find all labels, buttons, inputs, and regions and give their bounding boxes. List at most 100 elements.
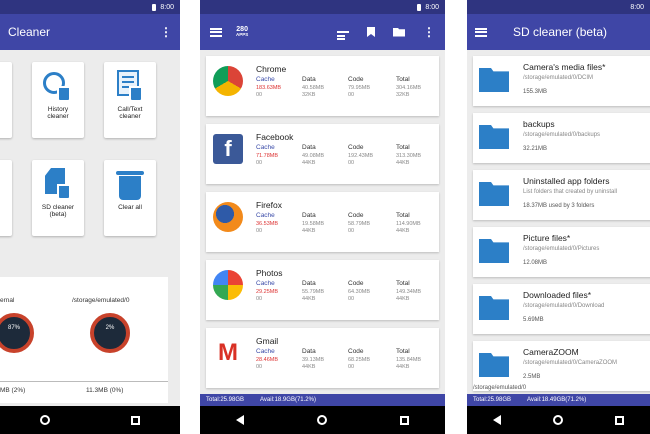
col-data: Data 49.08MB 44KB — [302, 144, 324, 168]
divider — [0, 381, 168, 382]
col-header: Data — [302, 76, 316, 83]
folder-size: 5.69MB — [523, 317, 544, 323]
storage-total-bar: Total:25.98GB Avail:18.49GB(71.2%) — [467, 394, 650, 406]
recents-icon[interactable] — [399, 415, 409, 425]
status-bar: 8:00 — [467, 0, 650, 14]
col-value-secondary: 00 — [256, 160, 263, 167]
folder-path: /storage/emulated/0/Download — [523, 303, 605, 309]
folder-size: 2.5MB — [523, 374, 541, 380]
status-bar: 8:00 — [0, 0, 180, 14]
folder-card[interactable]: backups/storage/emulated/0/backups 32.21M… — [473, 113, 650, 163]
status-time: 8:00 — [160, 3, 174, 11]
col-header: Cache — [256, 280, 275, 287]
sort-icon[interactable] — [337, 31, 349, 37]
recents-icon[interactable] — [615, 415, 624, 425]
tile-history-cleaner[interactable]: History cleaner — [32, 62, 84, 138]
phone-cleaner: 8:00 Cleaner ⋮ History cleaner Call/Text… — [0, 0, 180, 434]
bookmark-icon[interactable] — [367, 27, 375, 37]
folder-icon — [479, 68, 509, 92]
col-header: Data — [302, 280, 316, 287]
folder-card[interactable]: Camera's media files* /storage/emulated/0… — [473, 56, 650, 106]
tile-partial-1[interactable] — [0, 62, 12, 138]
col-header: Total — [396, 212, 410, 219]
battery-icon — [152, 3, 157, 11]
app-card-firefox[interactable]: Firefox Cache 36.53MB 00 Data 19.58MB 44KB Code… — [206, 192, 439, 252]
folder-icon[interactable] — [393, 27, 405, 37]
col-value: 28.46MB — [256, 356, 279, 363]
col-cache: Cache 28.46MB 00 — [256, 348, 278, 372]
col-value-secondary: 00 — [348, 160, 355, 167]
back-icon[interactable] — [236, 415, 245, 425]
col-cache: Cache 71.78MB 00 — [256, 144, 278, 168]
app-name: Photos — [256, 268, 283, 278]
app-card-gmail[interactable]: M Gmail Cache 28.46MB 00 Data 39.13MB 44KB Code 6… — [206, 328, 439, 388]
gmail-icon: M — [213, 338, 243, 368]
col-value-secondary: 44KB — [302, 296, 316, 303]
app-logo: 280 APPS — [236, 26, 249, 38]
tile-label: History — [47, 106, 69, 113]
col-code: Code 68.25MB 00 — [348, 348, 370, 372]
overflow-menu-icon[interactable]: ⋮ — [160, 26, 172, 38]
folder-card[interactable]: Picture files* /storage/emulated/0/Pictur… — [473, 227, 650, 277]
col-header: Data — [302, 348, 316, 355]
photos-icon — [213, 270, 243, 300]
trash-icon — [115, 168, 145, 200]
col-code: Code 64.30MB 00 — [348, 280, 370, 304]
phone-apps: 8:00 280 APPS ⋮ Chrome Cache 183.63MB 00 Dat… — [200, 0, 445, 434]
app-name: Firefox — [256, 200, 282, 210]
back-icon[interactable] — [493, 415, 501, 425]
available-storage: Avail:18.49GB(71.2%) — [527, 397, 587, 403]
tile-label: (beta) — [49, 211, 67, 218]
col-code: Code 192.43MB 00 — [348, 144, 373, 168]
tile-clear-all[interactable]: Clear all — [104, 160, 156, 236]
col-value-secondary: 44KB — [396, 228, 410, 235]
folder-card[interactable]: CameraZOOM/storage/emulated/0/CameraZOOM… — [473, 341, 650, 391]
col-header: Code — [348, 212, 364, 219]
home-icon[interactable] — [553, 415, 563, 425]
app-card-photos[interactable]: Photos Cache 29.25MB 00 Data 55.79MB 44KB Code 6… — [206, 260, 439, 320]
col-header: Data — [302, 144, 316, 151]
usage-left: MB (2%) — [0, 387, 26, 394]
home-icon[interactable] — [316, 415, 327, 425]
tile-label: SD cleaner — [41, 204, 75, 211]
col-cache: Cache 183.63MB 00 — [256, 76, 281, 100]
folder-title: CameraZOOM — [523, 347, 579, 357]
app-name: Facebook — [256, 132, 294, 142]
col-value: 114.90MB — [396, 220, 421, 227]
total-storage: Total:25.98GB — [206, 397, 245, 403]
menu-icon[interactable] — [210, 27, 222, 37]
col-value-secondary: 44KB — [396, 296, 410, 303]
col-header: Code — [348, 144, 364, 151]
tile-calltext-cleaner[interactable]: Call/Text cleaner — [104, 62, 156, 138]
col-data: Data 19.58MB 44KB — [302, 212, 324, 236]
folder-title: Uninstalled app folders — [523, 176, 610, 186]
recents-icon[interactable] — [130, 415, 140, 425]
col-value: 183.63MB — [256, 84, 282, 91]
app-card-facebook[interactable]: f Facebook Cache 71.78MB 00 Data 49.08MB 44KB Co… — [206, 124, 439, 184]
folder-icon — [479, 182, 509, 206]
col-value: 49.08MB — [302, 152, 325, 159]
overflow-menu-icon[interactable]: ⋮ — [423, 26, 435, 38]
col-value: 55.79MB — [302, 288, 325, 295]
storage-total-bar: Total:25.98GB Avail:18.9GB(71.2%) — [200, 394, 445, 406]
tile-partial-2[interactable] — [0, 160, 12, 236]
col-header: Total — [396, 144, 410, 151]
page-title: Cleaner — [8, 25, 51, 39]
home-icon[interactable] — [40, 415, 51, 425]
col-value-secondary: 00 — [256, 92, 263, 99]
col-data: Data 55.79MB 44KB — [302, 280, 324, 304]
col-header: Code — [348, 280, 364, 287]
col-header: Total — [396, 76, 410, 83]
app-card-chrome[interactable]: Chrome Cache 183.63MB 00 Data 40.58MB 32KB Code… — [206, 56, 439, 116]
menu-icon[interactable] — [475, 27, 487, 37]
folder-card[interactable]: Uninstalled app folders List folders that… — [473, 170, 650, 220]
col-header: Cache — [256, 348, 275, 355]
col-total: Total 114.90MB 44KB — [396, 212, 421, 236]
tile-sd-cleaner[interactable]: SD cleaner (beta) — [32, 160, 84, 236]
col-value-secondary: 00 — [348, 228, 355, 235]
col-header: Cache — [256, 212, 275, 219]
col-header: Cache — [256, 76, 275, 83]
app-name: Gmail — [256, 336, 279, 346]
folder-card[interactable]: Downloaded files* /storage/emulated/0/Dow… — [473, 284, 650, 334]
folder-path: /storage/emulated/0/CameraZOOM — [523, 360, 618, 366]
